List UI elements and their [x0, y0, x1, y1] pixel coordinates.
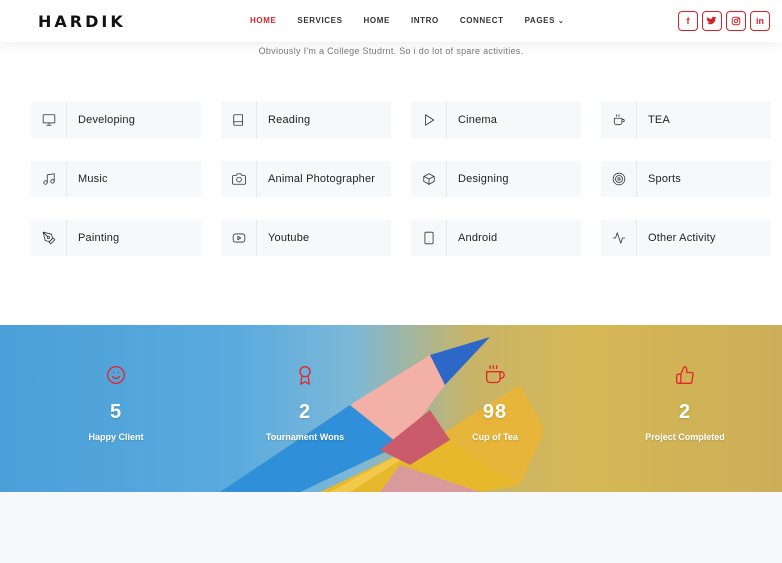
stat-value: 2 — [678, 401, 692, 423]
nav-home[interactable]: HOME — [250, 16, 276, 25]
next-section — [0, 492, 782, 563]
activity-card-sports[interactable]: Sports — [601, 161, 771, 197]
tablet-icon — [424, 231, 433, 245]
award-icon — [299, 366, 311, 385]
nav-connect[interactable]: CONNECT — [460, 16, 504, 25]
activity-label: Developing — [78, 114, 136, 126]
activity-card-developing[interactable]: Developing — [31, 102, 201, 138]
thumbs-up-icon — [676, 366, 694, 384]
header: HARDIK HOME SERVICES HOME INTRO CONNECT … — [0, 0, 782, 42]
activity-label: Painting — [78, 232, 120, 244]
linkedin-icon[interactable]: in — [750, 11, 770, 31]
activity-card-other-activity[interactable]: Other Activity — [601, 220, 771, 256]
activity-card-reading[interactable]: Reading — [221, 102, 391, 138]
activity-label: Animal Photographer — [268, 173, 376, 185]
nav-intro[interactable]: INTRO — [411, 16, 439, 25]
stat-project-completed: 2 Project Completed — [605, 365, 765, 442]
activity-label: Sports — [648, 173, 681, 185]
activity-label: Reading — [268, 114, 311, 126]
activity-card-youtube[interactable]: Youtube — [221, 220, 391, 256]
main-nav: HOME SERVICES HOME INTRO CONNECT PAGES ⌄ — [250, 16, 585, 25]
activity-label: Music — [78, 173, 108, 185]
youtube-icon — [232, 233, 245, 243]
activity-card-tea[interactable]: TEA — [601, 102, 771, 138]
stat-caption: Cup of Tea — [472, 432, 518, 442]
stat-tournament-wons: 2 Tournament Wons — [225, 365, 385, 442]
activity-card-painting[interactable]: Painting — [31, 220, 201, 256]
monitor-icon — [42, 114, 55, 126]
pen-tool-icon — [42, 231, 55, 245]
activity-card-animal-photographer[interactable]: Animal Photographer — [221, 161, 391, 197]
activity-card-music[interactable]: Music — [31, 161, 201, 197]
activity-label: Android — [458, 232, 498, 244]
instagram-icon[interactable] — [726, 11, 746, 31]
activity-label: Youtube — [268, 232, 310, 244]
counter-section: 5 Happy Client 2 Tournament Wons 98 Cup … — [0, 325, 782, 492]
social-links: f in — [678, 11, 770, 31]
nav-services[interactable]: SERVICES — [297, 16, 342, 25]
activity-label: Other Activity — [648, 232, 716, 244]
play-icon — [424, 114, 434, 126]
activity-label: TEA — [648, 114, 670, 126]
smile-icon — [107, 366, 125, 384]
twitter-icon[interactable] — [702, 11, 722, 31]
nav-pages-label: PAGES — [524, 16, 556, 25]
activity-icon — [612, 232, 625, 244]
coffee-icon — [486, 365, 505, 384]
stat-caption: Happy Client — [88, 432, 144, 442]
stat-happy-client: 5 Happy Client — [36, 365, 196, 442]
stat-value: 98 — [482, 401, 508, 423]
logo[interactable]: HARDIK — [38, 12, 126, 31]
stat-caption: Tournament Wons — [265, 432, 345, 442]
activities-grid: Developing Reading Cinema TEA Music Anim… — [31, 102, 771, 256]
chevron-down-icon: ⌄ — [558, 18, 565, 25]
stat-value: 5 — [109, 401, 123, 423]
activity-card-designing[interactable]: Designing — [411, 161, 581, 197]
nav-home-2[interactable]: HOME — [364, 16, 390, 25]
target-icon — [612, 172, 625, 186]
facebook-icon[interactable]: f — [678, 11, 698, 31]
stat-caption: Project Completed — [645, 432, 725, 442]
cup-icon — [613, 114, 625, 126]
camera-icon — [231, 173, 246, 185]
stat-value: 2 — [298, 401, 312, 423]
nav-pages[interactable]: PAGES ⌄ — [525, 16, 565, 25]
activity-card-cinema[interactable]: Cinema — [411, 102, 581, 138]
activity-label: Cinema — [458, 114, 498, 126]
music-icon — [42, 173, 55, 185]
box-icon — [422, 173, 435, 186]
activity-label: Designing — [458, 173, 509, 185]
book-icon — [232, 114, 243, 126]
activity-card-android[interactable]: Android — [411, 220, 581, 256]
section-subtitle: Obviously I'm a College Studrnt. So i do… — [258, 46, 524, 56]
stat-cup-of-tea: 98 Cup of Tea — [415, 365, 575, 442]
